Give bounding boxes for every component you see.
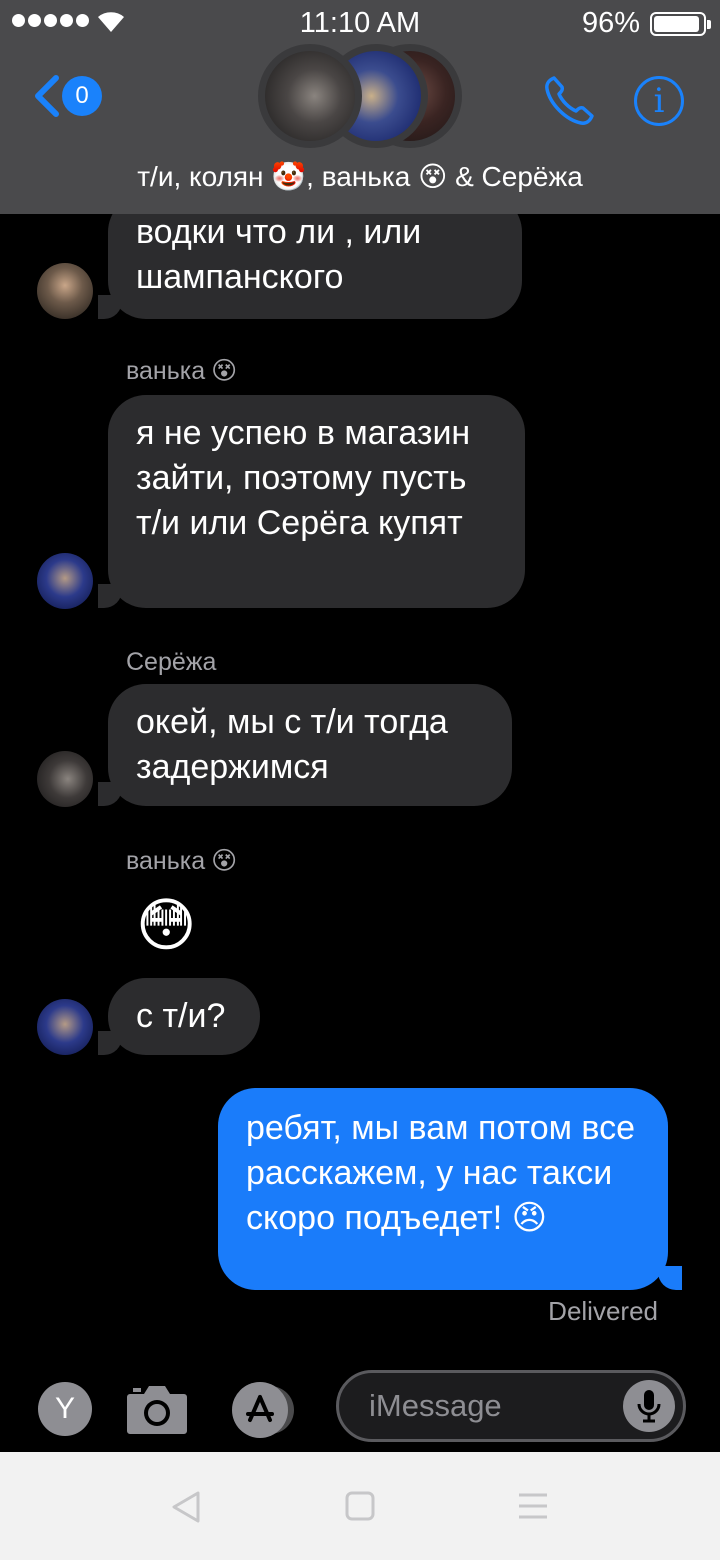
bubble-tail	[658, 1266, 682, 1290]
imessage-field[interactable]	[336, 1370, 686, 1442]
bubble-tail	[98, 584, 122, 608]
sender-name: ванька 😵	[126, 356, 237, 386]
outgoing-message[interactable]: ребят, мы вам потом все расскажем, у нас…	[218, 1088, 668, 1290]
app-store-button[interactable]	[232, 1382, 288, 1438]
incoming-message[interactable]: я не успею в магазин зайти, поэтому пуст…	[108, 395, 525, 608]
battery-icon	[650, 12, 711, 36]
microphone-icon	[637, 1390, 661, 1423]
emoji-message[interactable]: 😳	[136, 894, 196, 958]
message-text: ребят, мы вам потом все расскажем, у нас…	[246, 1109, 636, 1237]
emoji-text: 😳	[136, 893, 197, 958]
message-text: с т/и?	[136, 997, 226, 1035]
avatar[interactable]	[37, 999, 93, 1055]
triangle-back-icon[interactable]	[170, 1490, 202, 1524]
info-button[interactable]: i	[634, 76, 684, 126]
incoming-message[interactable]: с т/и?	[108, 978, 260, 1055]
message-input[interactable]	[369, 1385, 609, 1427]
system-navigation-bar	[0, 1452, 720, 1560]
status-bar: 11:10 AM 96%	[0, 0, 720, 48]
bubble-tail	[98, 782, 122, 806]
battery-percentage: 96%	[581, 7, 640, 39]
app-y-button[interactable]: Y	[38, 1382, 92, 1436]
app-store-icon	[246, 1395, 274, 1422]
delivery-status: Delivered	[548, 1296, 658, 1326]
avatar[interactable]	[37, 751, 93, 807]
sender-name: Серёжа	[126, 648, 216, 677]
microphone-button[interactable]	[623, 1380, 675, 1432]
conversation-header: 11:10 AM 96% 0 т/и, колян 🤡, ванька 😵 & …	[0, 0, 720, 214]
message-text: окей, мы с т/и тогда задержимся	[136, 703, 448, 786]
message-text: я не успею в магазин зайти, поэтому пуст…	[136, 414, 471, 542]
phone-icon[interactable]	[542, 74, 596, 128]
message-list[interactable]: водки что ли , или шампанского ванька 😵 …	[0, 214, 720, 1364]
camera-icon[interactable]	[126, 1380, 188, 1436]
incoming-message[interactable]: водки что ли , или шампанского	[108, 214, 522, 319]
sender-name: ванька 😵	[126, 846, 237, 876]
group-title[interactable]: т/и, колян 🤡, ванька 😵 & Серёжа	[0, 160, 720, 193]
incoming-message[interactable]: окей, мы с т/и тогда задержимся	[108, 684, 512, 806]
sender-name-text: Серёжа	[126, 648, 217, 676]
unread-count-badge: 0	[62, 76, 102, 116]
group-avatars[interactable]	[258, 44, 462, 148]
bubble-tail	[98, 1031, 122, 1055]
message-text-line: шампанского	[136, 258, 344, 296]
avatar[interactable]	[37, 553, 93, 609]
sender-name-text: ванька	[126, 846, 206, 875]
sender-emoji: 😵	[211, 847, 238, 875]
sender-emoji: 😵	[211, 357, 238, 385]
sender-name-text: ванька	[126, 356, 206, 385]
info-icon: i	[653, 81, 665, 121]
bubble-tail	[98, 295, 122, 319]
square-home-icon[interactable]	[344, 1490, 376, 1522]
group-avatar-1	[258, 44, 362, 148]
back-button[interactable]: 0	[32, 74, 102, 118]
compose-bar: Y	[0, 1364, 720, 1452]
menu-lines-icon[interactable]	[516, 1490, 550, 1522]
avatar[interactable]	[37, 263, 93, 319]
message-text-line: водки что ли , или	[136, 214, 422, 251]
chevron-left-icon	[35, 75, 59, 117]
